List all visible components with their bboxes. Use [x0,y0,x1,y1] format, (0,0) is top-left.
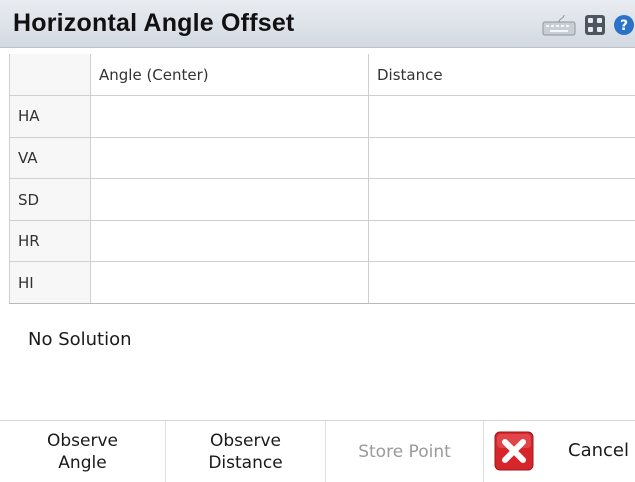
cell-va-distance[interactable] [369,137,635,179]
table-row: HA [10,96,635,138]
observe-distance-button[interactable]: Observe Distance [166,421,326,482]
cancel-label: Cancel [568,440,629,461]
cell-hi-distance[interactable] [369,262,635,304]
observe-angle-label-line1: Observe [47,430,118,452]
offset-table: Angle (Center) Distance HA VA SD HR HI [9,54,635,304]
column-header-angle: Angle (Center) [91,54,369,96]
table-row: HI [10,262,635,304]
observe-angle-label-line2: Angle [58,452,106,474]
table-header-row: Angle (Center) Distance [10,54,635,96]
keyboard-icon[interactable] [542,14,576,36]
table-row: VA [10,137,635,179]
cell-va-angle[interactable] [91,137,369,179]
observe-distance-label-line2: Distance [208,452,282,474]
row-label-va: VA [10,137,91,179]
help-icon[interactable]: ? [613,14,635,36]
store-point-label: Store Point [358,441,451,463]
row-label-ha: HA [10,96,91,138]
status-message: No Solution [28,329,132,350]
row-label-sd: SD [10,179,91,221]
cell-ha-distance[interactable] [369,96,635,138]
row-label-hr: HR [10,220,91,262]
cell-sd-distance[interactable] [369,179,635,221]
close-icon [494,431,534,471]
store-point-button[interactable]: Store Point [326,421,484,482]
svg-text:?: ? [620,18,628,34]
table-row: SD [10,179,635,221]
title-bar: Horizontal Angle Offset ? [0,0,635,48]
cell-sd-angle[interactable] [91,179,369,221]
corner-header [10,54,91,96]
observe-distance-label-line1: Observe [210,430,281,452]
page-title: Horizontal Angle Offset [13,9,294,38]
cell-ha-angle[interactable] [91,96,369,138]
cancel-button[interactable]: Cancel [484,421,635,482]
calculator-icon[interactable] [584,14,606,36]
column-header-distance: Distance [369,54,635,96]
cell-hr-distance[interactable] [369,220,635,262]
row-label-hi: HI [10,262,91,304]
cell-hi-angle[interactable] [91,262,369,304]
observe-angle-button[interactable]: Observe Angle [0,421,166,482]
footer-toolbar: Observe Angle Observe Distance Store Poi… [0,420,635,481]
cell-hr-angle[interactable] [91,220,369,262]
table-row: HR [10,220,635,262]
